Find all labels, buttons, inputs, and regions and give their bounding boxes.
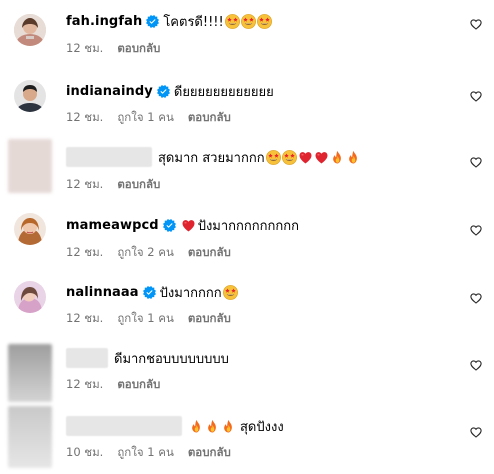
avatar[interactable] [8,406,52,468]
verified-badge-icon [157,85,170,98]
comment-text: ปังมากกกกกกกกก [197,218,299,234]
comment-text: ดียยยยยยยยยยยย [173,84,274,100]
comment-text: ปังมากกกก [159,285,222,301]
reply-button[interactable]: ตอบกลับ [188,310,231,328]
reply-button[interactable]: ตอบกลับ [117,40,160,58]
verified-badge-icon [163,219,176,232]
reply-button[interactable]: ตอบกลับ [188,109,231,127]
comment-username[interactable]: nalinnaaa [66,285,139,300]
likes-count[interactable]: ถูกใจ 2 คน [117,244,173,262]
avatar[interactable] [14,14,46,46]
comment-time[interactable]: 12 ชม. [66,376,103,394]
heart-outline-icon[interactable] [470,90,482,102]
avatar[interactable] [8,139,52,193]
fire-emoji-icon [205,419,220,434]
star-eyes-emoji-icon [257,14,272,29]
star-eyes-emoji-icon [282,150,297,165]
comment-item: nalinnaaa ปังมากกกก 12 ชม. ถูกใจ 1 คน ตอ… [0,274,494,338]
comment-item: mameawpcd ปังมากกกกกกกกก 12 ชม. ถูกใจ 2 … [0,204,494,268]
comment-item: indianaindy ดียยยยยยยยยยยย 12 ชม. ถูกใจ … [0,72,494,134]
star-eyes-emoji-icon [223,285,238,300]
avatar[interactable] [14,213,46,245]
star-eyes-emoji-icon [241,14,256,29]
comment-item: fah.ingfah โคตรดี!!!! 12 ชม. ตอบกลับ [0,0,494,62]
comment-text: โคตรดี!!!! [163,14,224,30]
avatar[interactable] [14,281,46,313]
heart-outline-icon[interactable] [470,224,482,236]
star-eyes-emoji-icon [225,14,240,29]
fire-emoji-icon [330,150,345,165]
comment-username[interactable]: mameawpcd [66,218,159,233]
avatar[interactable] [8,344,52,402]
heart-outline-icon[interactable] [470,18,482,30]
reply-button[interactable]: ตอบกลับ [117,376,160,394]
comment-username[interactable]: indianaindy [66,84,153,99]
blurred-username[interactable] [66,416,182,436]
comment-username[interactable]: fah.ingfah [66,14,142,29]
comment-time[interactable]: 12 ชม. [66,244,103,262]
heart-outline-icon[interactable] [470,359,482,371]
comment-item: สุดปังงง 10 ชม. ถูกใจ 1 คน ตอบกลับ [0,406,494,474]
comment-item: ดีมากชอบบบบบบบบ 12 ชม. ตอบกลับ [0,342,494,404]
reply-button[interactable]: ตอบกลับ [188,244,231,262]
comment-text: สุดปังงง [240,419,284,435]
blurred-username[interactable] [66,348,108,368]
comment-item: สุดมาก สวยมากกก 12 ชม. ตอบกลับ [0,136,494,198]
avatar[interactable] [14,80,46,112]
red-heart-emoji-icon [298,150,313,165]
fire-emoji-icon [221,419,236,434]
reply-button[interactable]: ตอบกลับ [117,176,160,194]
red-heart-emoji-icon [314,150,329,165]
reply-button[interactable]: ตอบกลับ [188,444,231,462]
comment-time[interactable]: 12 ชม. [66,40,103,58]
heart-outline-icon[interactable] [470,292,482,304]
comment-time[interactable]: 12 ชม. [66,176,103,194]
likes-count[interactable]: ถูกใจ 1 คน [117,109,173,127]
comment-time[interactable]: 10 ชม. [66,444,103,462]
likes-count[interactable]: ถูกใจ 1 คน [117,310,173,328]
fire-emoji-icon [346,150,361,165]
red-heart-emoji-icon [181,218,196,233]
verified-badge-icon [143,286,156,299]
comment-text: สุดมาก สวยมากกก [158,150,265,166]
comment-time[interactable]: 12 ชม. [66,109,103,127]
heart-outline-icon[interactable] [470,156,482,168]
comment-time[interactable]: 12 ชม. [66,310,103,328]
verified-badge-icon [146,15,159,28]
comment-text: ดีมากชอบบบบบบบบ [114,351,229,367]
heart-outline-icon[interactable] [470,426,482,438]
star-eyes-emoji-icon [266,150,281,165]
blurred-username[interactable] [66,147,152,167]
fire-emoji-icon [189,419,204,434]
likes-count[interactable]: ถูกใจ 1 คน [117,444,173,462]
